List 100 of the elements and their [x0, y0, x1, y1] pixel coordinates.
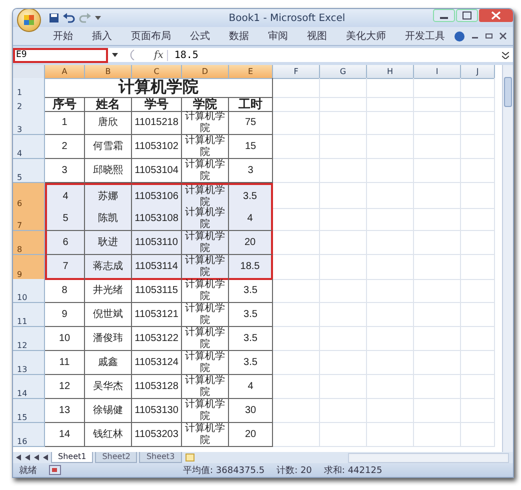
table-cell: 10	[45, 327, 85, 351]
table-cell: 9	[45, 303, 85, 327]
column-header[interactable]: I	[414, 65, 461, 79]
table-cell: 何雪霜	[85, 135, 132, 159]
sheet-tab[interactable]: Sheet3	[139, 452, 182, 463]
table-cell: 吴华杰	[85, 375, 132, 399]
table-cell: 倪世斌	[85, 303, 132, 327]
table-cell: 11053130	[132, 399, 182, 423]
table-cell: 钱红林	[85, 423, 132, 447]
column-header[interactable]: G	[320, 65, 367, 79]
table-cell: 计算机学院	[182, 279, 229, 303]
row-header[interactable]: 13	[13, 351, 45, 375]
table-cell: 4	[229, 207, 273, 231]
column-header[interactable]: E	[229, 65, 273, 79]
ribbon-tab[interactable]: 审阅	[268, 29, 288, 43]
table-cell: 唐欣	[85, 111, 132, 135]
status-count: 计数: 20	[276, 464, 312, 476]
table-cell: 11053203	[132, 423, 182, 447]
table-cell: 11053124	[132, 351, 182, 375]
table-cell: 13	[45, 399, 85, 423]
row-header[interactable]: 8	[13, 231, 45, 255]
row-header[interactable]: 9	[13, 255, 45, 280]
table-cell: 11053122	[132, 327, 182, 351]
column-heading-cell: 姓名	[85, 97, 132, 112]
table-cell: 11	[45, 351, 85, 375]
table-cell: 11053102	[132, 135, 182, 159]
ribbon-tab[interactable]: 开始	[53, 29, 73, 43]
table-cell: 耿进	[85, 231, 132, 255]
column-header[interactable]: A	[45, 65, 85, 79]
table-cell: 8	[45, 279, 85, 303]
ribbon-tab[interactable]: 开发工具	[405, 29, 445, 43]
row-header[interactable]: 5	[13, 159, 45, 183]
table-cell: 计算机学院	[182, 423, 229, 447]
status-sum: 求和: 442125	[324, 464, 382, 476]
table-cell: 4	[229, 375, 273, 399]
table-cell: 20	[229, 231, 273, 255]
table-cell: 11053108	[132, 207, 182, 231]
table-cell: 徐锡健	[85, 399, 132, 423]
table-cell: 陈凯	[85, 207, 132, 231]
row-header[interactable]: 14	[13, 375, 45, 399]
table-cell: 75	[229, 111, 273, 135]
row-header[interactable]: 12	[13, 327, 45, 351]
table-cell: 计算机学院	[182, 231, 229, 255]
table-cell: 计算机学院	[182, 303, 229, 327]
insert-function-button[interactable]: fx	[154, 50, 164, 60]
table-cell: 1	[45, 111, 85, 135]
ribbon-tab[interactable]: 视图	[307, 29, 327, 43]
row-header[interactable]: 1	[13, 78, 45, 98]
column-header[interactable]: H	[367, 65, 414, 79]
table-cell: 3.5	[229, 183, 273, 209]
table-cell: 蒋志成	[85, 255, 132, 280]
ribbon-tab[interactable]: 页面布局	[131, 29, 171, 43]
table-cell: 11053115	[132, 279, 182, 303]
ribbon-tab[interactable]: 美化大师	[346, 29, 386, 43]
table-cell: 2	[45, 135, 85, 159]
table-cell: 计算机学院	[182, 207, 229, 231]
row-header[interactable]: 2	[13, 97, 45, 112]
ribbon-tab[interactable]: 公式	[190, 29, 210, 43]
table-cell: 20	[229, 423, 273, 447]
row-header[interactable]: 16	[13, 423, 45, 447]
table-cell: 4	[45, 183, 85, 209]
ribbon-tab[interactable]: 数据	[229, 29, 249, 43]
table-cell: 7	[45, 255, 85, 280]
table-cell: 11053114	[132, 255, 182, 280]
column-header[interactable]: F	[273, 65, 320, 79]
column-header[interactable]: D	[182, 65, 229, 79]
table-cell: 6	[45, 231, 85, 255]
table-cell: 5	[45, 207, 85, 231]
column-header[interactable]: B	[85, 65, 132, 79]
column-header[interactable]: J	[461, 65, 495, 79]
table-cell: 3.5	[229, 327, 273, 351]
row-header[interactable]: 6	[13, 183, 45, 209]
row-header[interactable]: 11	[13, 303, 45, 327]
sheet-tab[interactable]: Sheet2	[95, 452, 138, 463]
table-cell: 3.5	[229, 303, 273, 327]
formula-field[interactable]: 18.5	[167, 50, 498, 60]
table-cell: 计算机学院	[182, 255, 229, 280]
sheet-tab[interactable]: Sheet1	[51, 452, 94, 463]
name-box[interactable]: E9	[13, 48, 108, 62]
table-cell: 计算机学院	[182, 111, 229, 135]
table-cell: 15	[229, 135, 273, 159]
table-cell: 12	[45, 375, 85, 399]
row-header[interactable]: 3	[13, 111, 45, 135]
row-header[interactable]: 7	[13, 207, 45, 231]
table-cell: 计算机学院	[182, 135, 229, 159]
table-cell: 11053128	[132, 375, 182, 399]
table-cell: 潘俊玮	[85, 327, 132, 351]
row-header[interactable]: 4	[13, 135, 45, 159]
table-cell: 井光绪	[85, 279, 132, 303]
table-cell: 计算机学院	[182, 351, 229, 375]
status-average: 平均值: 3684375.5	[183, 464, 265, 476]
table-cell: 戚鑫	[85, 351, 132, 375]
row-header[interactable]: 15	[13, 399, 45, 423]
table-cell: 11053106	[132, 183, 182, 209]
ribbon-tab[interactable]: 插入	[92, 29, 112, 43]
column-heading-cell: 序号	[45, 97, 85, 112]
table-cell: 11053121	[132, 303, 182, 327]
table-cell: 14	[45, 423, 85, 447]
column-header[interactable]: C	[132, 65, 182, 79]
row-header[interactable]: 10	[13, 279, 45, 303]
